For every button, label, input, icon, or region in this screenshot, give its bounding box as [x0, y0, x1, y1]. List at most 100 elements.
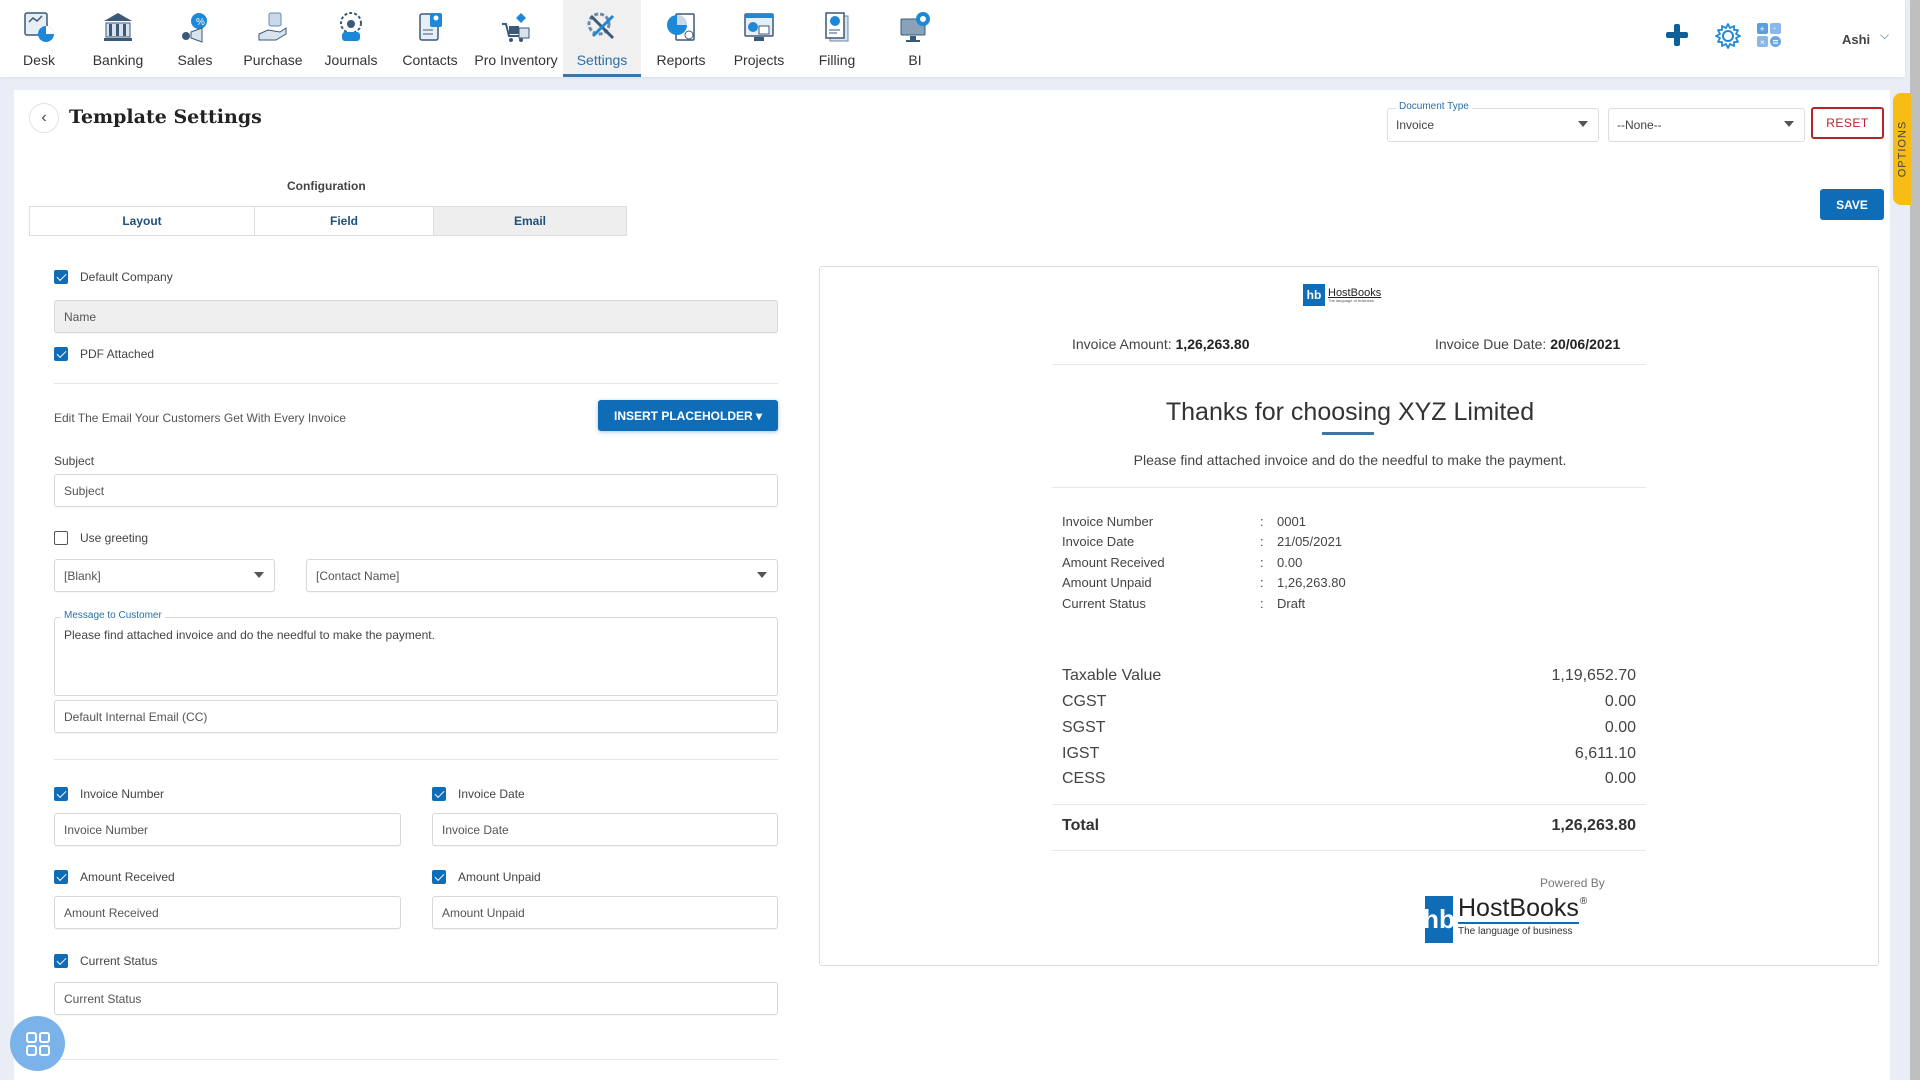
options-tab[interactable]: OPTIONS	[1893, 93, 1911, 205]
svg-text:-: -	[1773, 23, 1776, 33]
purchase-icon	[254, 8, 292, 46]
subject-placeholder: Subject	[64, 484, 105, 498]
nav-label: Journals	[324, 52, 378, 68]
insert-placeholder-button[interactable]: INSERT PLACEHOLDER ▾	[598, 400, 778, 431]
save-button[interactable]: SAVE	[1820, 189, 1884, 220]
summary-value: 6,611.10	[1574, 745, 1636, 762]
template-select[interactable]: --None--	[1608, 108, 1805, 142]
summary-value: 0.00	[1604, 719, 1636, 736]
grid-icon	[25, 1031, 50, 1056]
nav-label: Sales	[177, 52, 213, 68]
gear-icon[interactable]	[1714, 22, 1742, 55]
subject-input[interactable]: Subject	[54, 474, 778, 507]
tab-layout[interactable]: Layout	[30, 207, 255, 235]
summary-key: IGST	[1062, 745, 1100, 762]
contact-name-select[interactable]: [Contact Name]	[306, 559, 778, 592]
nav-projects[interactable]: Projects	[728, 0, 790, 77]
nav-banking[interactable]: Banking	[88, 0, 148, 77]
svg-text:%: %	[196, 17, 205, 28]
total-value: 1,26,263.80	[1551, 817, 1636, 834]
detail-row: Amount Received:0.00	[1062, 555, 1302, 570]
options-tab-label: OPTIONS	[1896, 120, 1909, 178]
nav-contacts[interactable]: Contacts	[398, 0, 462, 77]
use-greeting-label: Use greeting	[80, 531, 149, 545]
page-scrollbar[interactable]	[1910, 0, 1920, 1080]
detail-key: Current Status	[1062, 596, 1146, 611]
thanks-heading: Thanks for choosing XYZ Limited	[1165, 398, 1535, 426]
back-button[interactable]: ‹	[29, 103, 59, 133]
nav-purchase[interactable]: Purchase	[243, 0, 303, 77]
detail-key: Invoice Number	[1062, 514, 1154, 529]
plus-icon[interactable]	[1664, 22, 1690, 53]
pdf-attached-label: PDF Attached	[80, 347, 155, 361]
nav-pro-inventory[interactable]: Pro Inventory	[472, 0, 560, 77]
invoice-date-checkbox[interactable]	[432, 787, 446, 801]
svg-text:×: ×	[1760, 38, 1765, 47]
message-to-customer-textarea[interactable]: Message to Customer Please find attached…	[54, 610, 778, 696]
summary-row: IGST 6,611.10	[1062, 745, 1636, 763]
registered-mark: ®	[1579, 896, 1588, 907]
document-type-select[interactable]: Document Type Invoice	[1387, 101, 1599, 142]
invoice-due-date: Invoice Due Date: 20/06/2021	[1435, 336, 1620, 352]
summary-value: 1,19,652.70	[1551, 667, 1636, 684]
reset-button[interactable]: RESET	[1811, 107, 1884, 139]
default-company-label: Default Company	[80, 270, 173, 284]
detail-colon: :	[1260, 514, 1264, 529]
amount-received-input[interactable]: Amount Received	[54, 896, 401, 929]
use-greeting-checkbox[interactable]	[54, 531, 68, 545]
company-name-placeholder: Name	[64, 310, 97, 324]
powered-by-label: Powered By	[1540, 876, 1605, 890]
user-name[interactable]: Ashi	[1842, 32, 1870, 47]
current-status-input[interactable]: Current Status	[54, 982, 778, 1015]
tab-field[interactable]: Field	[255, 207, 434, 235]
page-title: Template Settings	[69, 106, 262, 128]
nav-settings[interactable]: Settings	[563, 0, 641, 77]
current-status-placeholder: Current Status	[64, 992, 142, 1006]
summary-key: SGST	[1062, 719, 1106, 736]
configuration-heading: Configuration	[287, 179, 366, 193]
nav-label: BI	[908, 52, 922, 68]
nav-label: Filling	[818, 52, 856, 68]
nav-filling[interactable]: Filling	[808, 0, 866, 77]
caret-down-icon	[1784, 121, 1794, 127]
invoice-number-checkbox[interactable]	[54, 787, 68, 801]
logo-tagline: The language of business	[1458, 926, 1573, 937]
message-to-customer-label: Message to Customer	[61, 610, 165, 621]
amount-received-placeholder: Amount Received	[64, 906, 159, 920]
cc-email-input[interactable]: Default Internal Email (CC)	[54, 700, 778, 733]
summary-value: 0.00	[1604, 693, 1636, 710]
amount-received-checkbox[interactable]	[54, 870, 68, 884]
nav-label: Pro Inventory	[474, 52, 558, 68]
invoice-number-input[interactable]: Invoice Number	[54, 813, 401, 846]
nav-label: Projects	[733, 52, 785, 68]
hostbooks-logo-small: hb HostBooks The language of business	[1303, 284, 1381, 306]
logo-text: HostBooks	[1328, 286, 1382, 299]
chevron-down-icon[interactable]: ⌵	[1880, 28, 1889, 43]
subject-label: Subject	[54, 454, 95, 468]
nav-journals[interactable]: Journals	[322, 0, 380, 77]
current-status-checkbox[interactable]	[54, 954, 68, 968]
default-company-checkbox[interactable]	[54, 270, 68, 284]
amount-unpaid-input[interactable]: Amount Unpaid	[432, 896, 778, 929]
nav-desk[interactable]: Desk	[14, 0, 64, 77]
detail-value: 0001	[1277, 514, 1306, 529]
nav-bi[interactable]: BI	[892, 0, 938, 77]
nav-sales[interactable]: % Sales	[170, 0, 220, 77]
invoice-date-input[interactable]: Invoice Date	[432, 813, 778, 846]
calculator-icon[interactable]: + - ×	[1756, 22, 1782, 53]
pdf-attached-checkbox[interactable]	[54, 347, 68, 361]
hb-logo-icon: hb	[1303, 284, 1325, 306]
document-type-label: Document Type	[1396, 101, 1472, 112]
svg-text:+: +	[1760, 24, 1765, 34]
inventory-icon	[497, 8, 535, 46]
nav-reports[interactable]: Reports	[650, 0, 712, 77]
caret-down-icon	[254, 572, 264, 578]
tab-email[interactable]: Email	[434, 207, 626, 235]
cc-email-placeholder: Default Internal Email (CC)	[64, 710, 208, 724]
detail-colon: :	[1260, 555, 1264, 570]
greeting-select[interactable]: [Blank]	[54, 559, 275, 592]
divider	[1052, 364, 1646, 365]
apps-menu-button[interactable]	[10, 1016, 65, 1071]
greeting-select-value: [Blank]	[64, 569, 101, 583]
amount-unpaid-checkbox[interactable]	[432, 870, 446, 884]
